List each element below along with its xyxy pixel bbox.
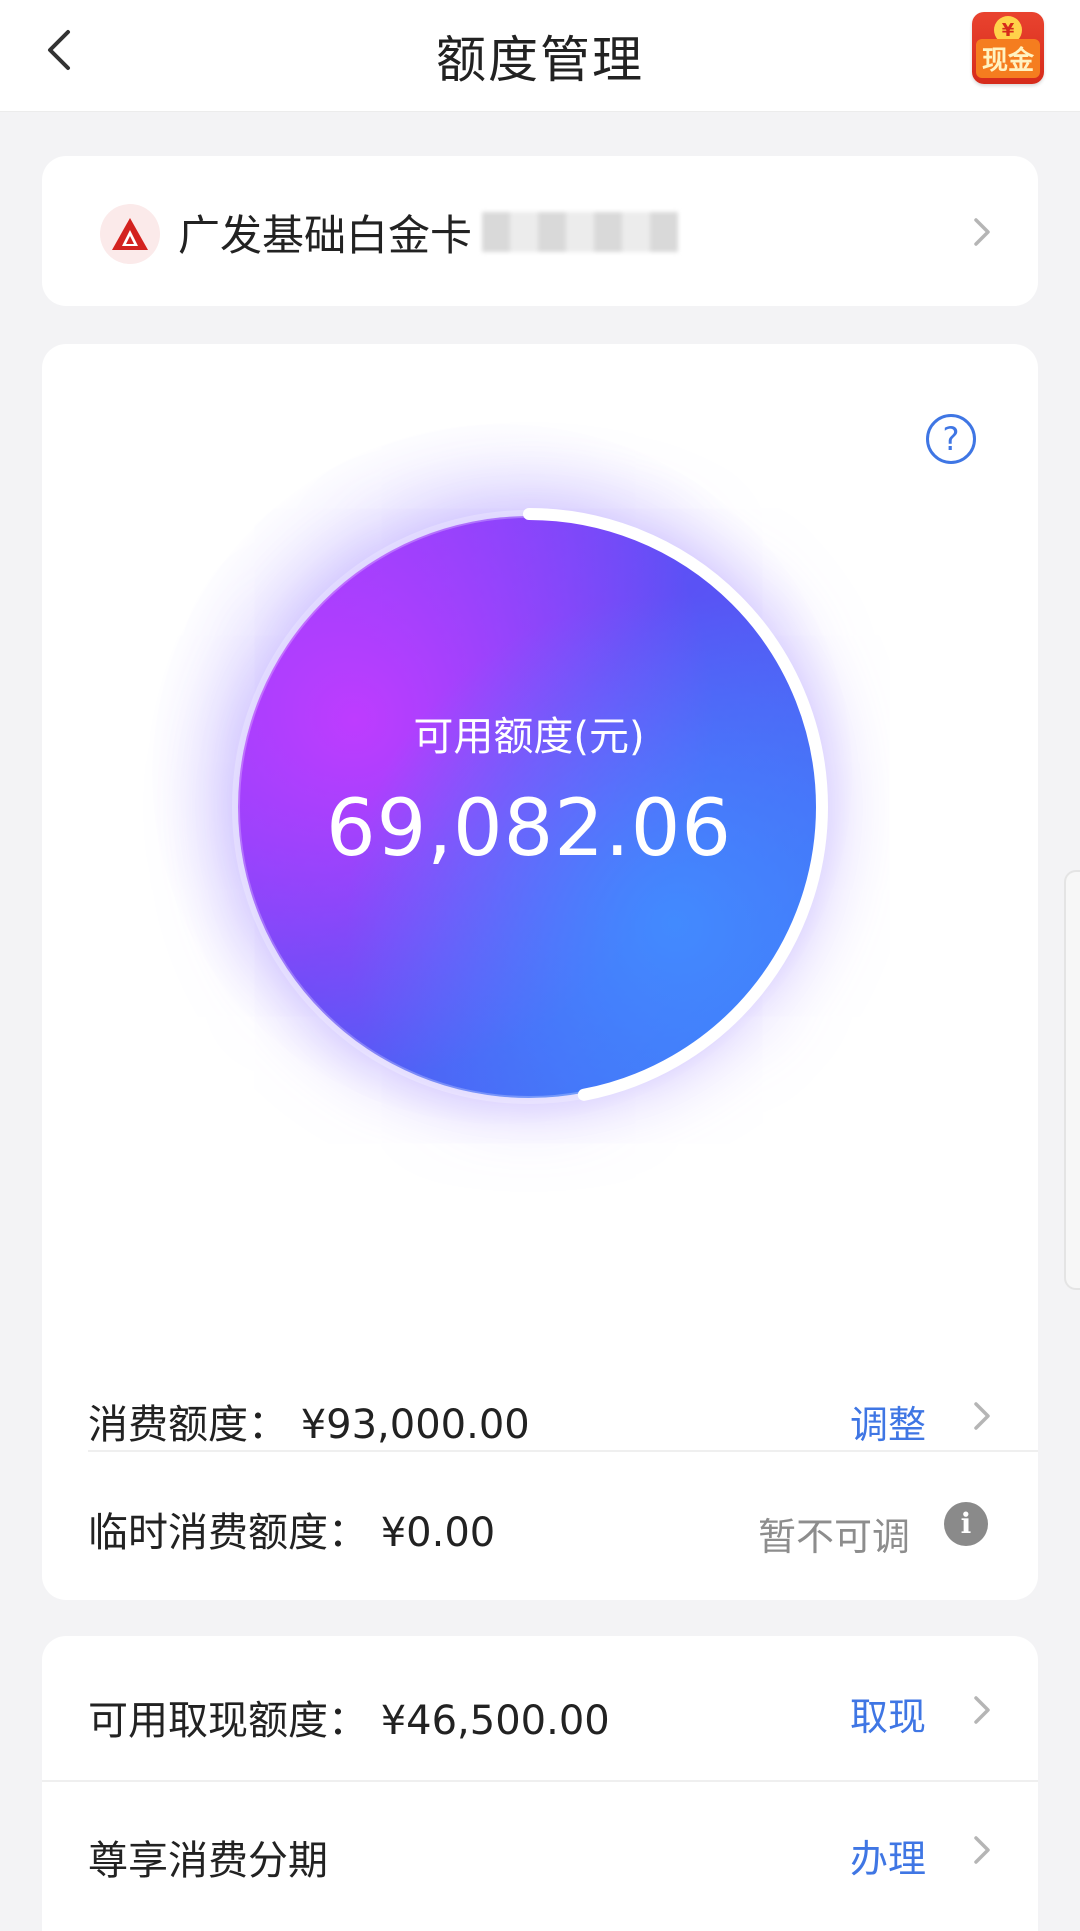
temp-limit-label: 临时消费额度： ¥0.00: [88, 1510, 496, 1556]
card-name: 广发基础白金卡: [178, 211, 473, 260]
spending-limit-label: 消费额度： ¥93,000.00: [88, 1402, 530, 1448]
cash-badge-label: 现金: [976, 39, 1040, 78]
cash-limit-label: 可用取现额度： ¥46,500.00: [88, 1698, 610, 1744]
limit-card: ? 可用额度(元) 69,082.06 消费额度： ¥93,000.00 调整 …: [42, 344, 1038, 1600]
chevron-right-icon: [968, 1402, 996, 1430]
cash-promo-button[interactable]: ¥ 现金: [972, 12, 1044, 84]
adjust-button[interactable]: 调整: [850, 1394, 926, 1449]
withdraw-button[interactable]: 取现: [850, 1686, 926, 1741]
apply-button[interactable]: 办理: [850, 1828, 926, 1883]
chevron-right-icon: [968, 1836, 996, 1864]
not-adjustable-text: 暂不可调: [758, 1515, 911, 1559]
cash-card: 可用取现额度： ¥46,500.00 取现 尊享消费分期 办理: [42, 1636, 1038, 1931]
question-circle-icon[interactable]: ?: [926, 414, 976, 464]
cgb-bank-logo-icon: [100, 204, 160, 264]
card-selector[interactable]: 广发基础白金卡: [42, 156, 1038, 306]
chevron-right-icon: [968, 218, 996, 246]
card-number-masked: [482, 212, 678, 252]
installment-row[interactable]: 尊享消费分期 办理: [42, 1782, 1038, 1931]
info-circle-icon[interactable]: i: [944, 1502, 988, 1546]
cash-limit-row[interactable]: 可用取现额度： ¥46,500.00 取现: [42, 1636, 1038, 1786]
app-header: 额度管理 ¥ 现金: [0, 0, 1080, 112]
available-limit-label: 可用额度(元): [413, 714, 645, 760]
available-limit-value: 69,082.06: [326, 784, 732, 874]
chevron-right-icon: [968, 1696, 996, 1724]
temp-limit-row: 临时消费额度： ¥0.00 暂不可调 i: [42, 1452, 1038, 1602]
page-title: 额度管理: [436, 31, 644, 89]
side-drawer-handle[interactable]: [1064, 870, 1080, 1290]
installment-label: 尊享消费分期: [88, 1838, 328, 1884]
